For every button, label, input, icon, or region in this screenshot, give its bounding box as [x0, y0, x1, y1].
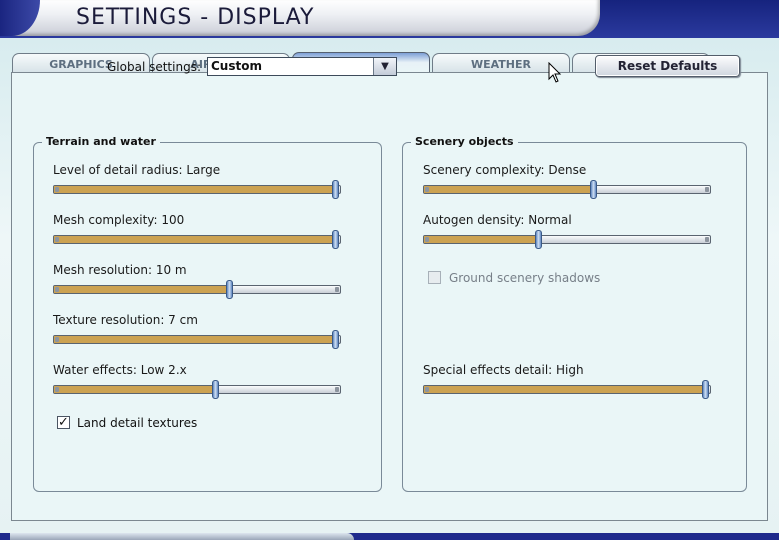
- slider-endcap-right: [705, 187, 709, 192]
- reset-defaults-button[interactable]: Reset Defaults: [595, 55, 740, 77]
- land-detail-textures-checkbox[interactable]: ✓: [57, 416, 70, 429]
- ground-scenery-shadows-checkbox[interactable]: [428, 271, 441, 284]
- chevron-down-icon[interactable]: ▼: [373, 58, 396, 75]
- slider-fill: [424, 236, 539, 243]
- slider-endcap-left: [55, 237, 59, 242]
- slider-endcap-left: [55, 337, 59, 342]
- slider-thumb[interactable]: [212, 380, 219, 399]
- slider-fill: [54, 286, 230, 293]
- slider-fill: [54, 236, 336, 243]
- slider-fill: [54, 336, 336, 343]
- slider-thumb[interactable]: [702, 380, 709, 399]
- texture-resolution-label: Texture resolution: 7 cm: [53, 313, 198, 327]
- slider-endcap-left: [425, 187, 429, 192]
- land-detail-textures-label: Land detail textures: [77, 416, 198, 430]
- terrain-group-title: Terrain and water: [42, 135, 160, 148]
- slider-fill: [54, 386, 216, 393]
- ground-scenery-shadows-label: Ground scenery shadows: [449, 271, 601, 285]
- texture-resolution-slider[interactable]: [53, 330, 341, 349]
- slider-fill: [424, 386, 706, 393]
- slider-thumb[interactable]: [332, 330, 339, 349]
- slider-thumb[interactable]: [590, 180, 597, 199]
- mesh-complexity-slider[interactable]: [53, 230, 341, 249]
- scenery-complexity-label: Scenery complexity: Dense: [423, 163, 587, 177]
- autogen-density-label: Autogen density: Normal: [423, 213, 572, 227]
- special-effects-label: Special effects detail: High: [423, 363, 584, 377]
- slider-thumb[interactable]: [332, 230, 339, 249]
- slider-endcap-left: [425, 387, 429, 392]
- slider-fill: [424, 186, 594, 193]
- slider-endcap-left: [425, 237, 429, 242]
- slider-endcap-right: [335, 387, 339, 392]
- special-effects-slider[interactable]: [423, 380, 711, 399]
- slider-endcap-right: [335, 287, 339, 292]
- title-plate: SETTINGS - DISPLAY: [0, 0, 600, 36]
- water-effects-label: Water effects: Low 2.x: [53, 363, 187, 377]
- scenery-complexity-slider[interactable]: [423, 180, 711, 199]
- slider-thumb[interactable]: [226, 280, 233, 299]
- mouse-cursor-icon: [548, 62, 562, 83]
- slider-endcap-left: [55, 287, 59, 292]
- title-bar: SETTINGS - DISPLAY: [0, 0, 779, 38]
- mesh-resolution-slider[interactable]: [53, 280, 341, 299]
- scenery-objects-group: Scenery objects: [402, 135, 747, 492]
- slider-thumb[interactable]: [535, 230, 542, 249]
- slider-endcap-left: [55, 187, 59, 192]
- mesh-resolution-label: Mesh resolution: 10 m: [53, 263, 187, 277]
- mesh-complexity-label: Mesh complexity: 100: [53, 213, 185, 227]
- global-settings-label: Global settings:: [107, 60, 201, 74]
- window-title: SETTINGS - DISPLAY: [76, 5, 315, 30]
- slider-endcap-left: [55, 387, 59, 392]
- slider-fill: [54, 186, 336, 193]
- global-settings-value: Custom: [211, 59, 262, 73]
- slider-thumb[interactable]: [332, 180, 339, 199]
- bottom-tab: [10, 533, 354, 540]
- slider-endcap-right: [705, 237, 709, 242]
- lod-radius-label: Level of detail radius: Large: [53, 163, 221, 177]
- checkmark-icon: ✓: [58, 415, 69, 430]
- lod-radius-slider[interactable]: [53, 180, 341, 199]
- water-effects-slider[interactable]: [53, 380, 341, 399]
- global-settings-dropdown[interactable]: Custom ▼: [207, 57, 397, 76]
- scenery-objects-group-title: Scenery objects: [411, 135, 518, 148]
- autogen-density-slider[interactable]: [423, 230, 711, 249]
